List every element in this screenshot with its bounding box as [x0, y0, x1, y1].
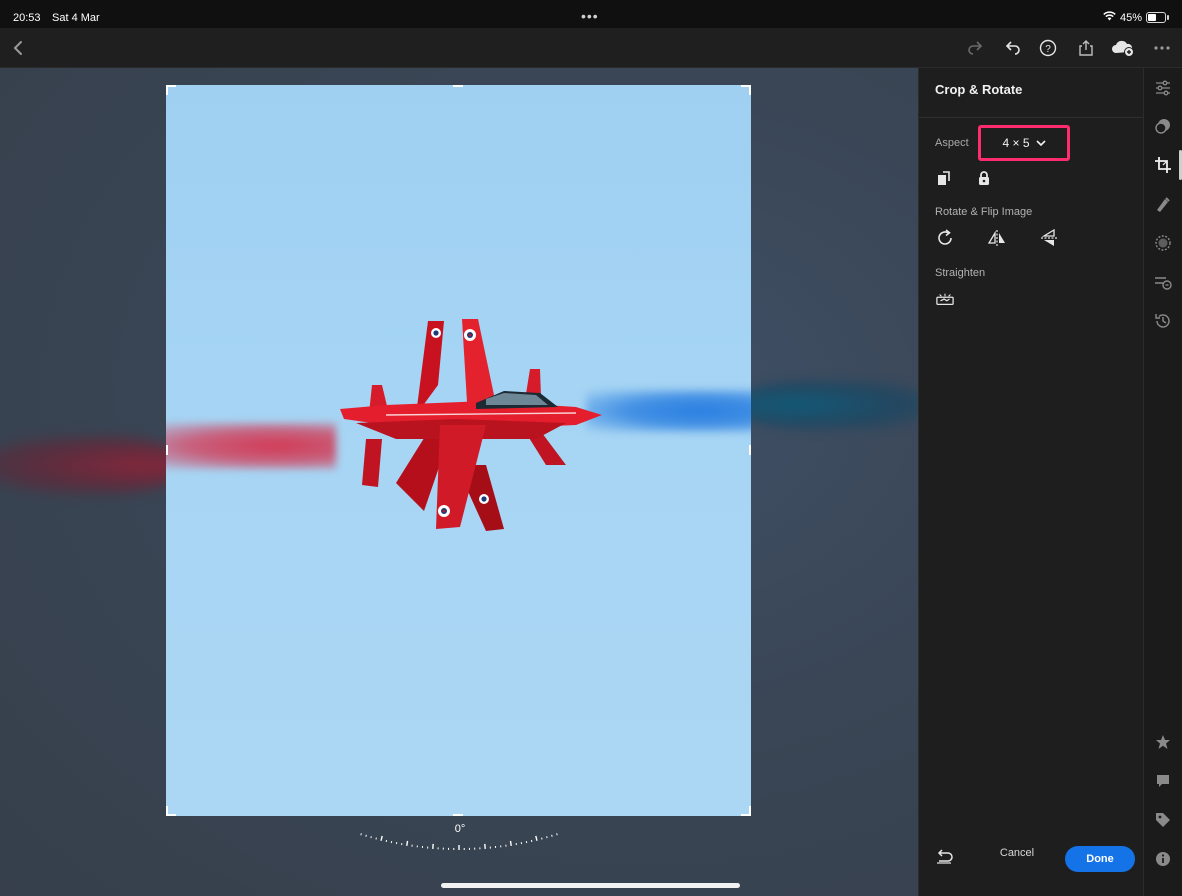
rotation-dial[interactable]: [345, 816, 573, 854]
edit-sliders-icon[interactable]: [1153, 78, 1173, 98]
rotate-flip-label: Rotate & Flip Image: [935, 206, 1033, 218]
panel-title: Crop & Rotate: [935, 82, 1023, 97]
lock-aspect-icon[interactable]: [975, 169, 993, 187]
aspect-label: Aspect: [935, 137, 969, 149]
battery-nub: [1167, 15, 1169, 20]
rotate-icon[interactable]: [936, 229, 954, 247]
wifi-icon: [1103, 11, 1116, 21]
healing-icon[interactable]: [1153, 194, 1173, 214]
photo-canvas[interactable]: 0°: [0, 68, 918, 896]
dial-tick: [551, 834, 553, 837]
dial-tick: [360, 833, 362, 836]
crop-handle-bottom-left[interactable]: [166, 806, 176, 816]
rating-star-icon[interactable]: [1153, 732, 1173, 752]
red-smoke-trail: [166, 423, 336, 469]
dial-tick: [370, 836, 372, 839]
presets-icon[interactable]: [1153, 116, 1173, 136]
blue-smoke-trail: [586, 390, 751, 432]
dial-tick: [535, 835, 538, 841]
dial-tick: [380, 835, 383, 841]
status-date: Sat 4 Mar: [52, 12, 100, 24]
home-indicator[interactable]: [441, 883, 740, 888]
swap-orientation-icon[interactable]: [935, 169, 953, 187]
multitasking-dots-icon[interactable]: •••: [581, 8, 599, 24]
help-icon[interactable]: ?: [1036, 36, 1060, 60]
reset-crop-icon[interactable]: [935, 849, 955, 865]
straighten-label: Straighten: [935, 267, 986, 279]
comment-icon[interactable]: [1153, 771, 1173, 791]
svg-text:?: ?: [1045, 44, 1051, 55]
dial-tick: [365, 834, 367, 837]
crop-handle-top-right[interactable]: [741, 85, 751, 95]
status-bar: 20:53 Sat 4 Mar ••• 45%: [0, 0, 1182, 28]
flip-horizontal-icon[interactable]: [988, 229, 1006, 247]
panel-divider: [919, 117, 1144, 118]
blue-smoke-trail-outside: [740, 380, 918, 430]
red-arrows-jets-image: [340, 319, 602, 531]
masking-icon[interactable]: [1153, 233, 1173, 253]
crop-handle-left[interactable]: [166, 445, 168, 455]
chevron-down-icon: [1035, 139, 1046, 146]
battery-icon: [1146, 12, 1166, 23]
flip-vertical-icon[interactable]: [1040, 229, 1058, 247]
dial-tick: [546, 836, 548, 839]
ipad-screen: 20:53 Sat 4 Mar ••• 45% ? 0° Crop & Rota…: [0, 0, 1182, 896]
dial-tick: [509, 840, 512, 846]
info-icon[interactable]: [1153, 849, 1173, 869]
status-time: 20:53: [13, 12, 41, 24]
tag-icon[interactable]: [1153, 810, 1173, 830]
back-icon[interactable]: [6, 36, 30, 60]
crop-icon[interactable]: [1153, 155, 1173, 175]
more-icon[interactable]: [1150, 36, 1174, 60]
aspect-ratio-dropdown[interactable]: 4 × 5: [978, 125, 1070, 161]
top-toolbar: ?: [0, 28, 1182, 68]
history-icon[interactable]: [1153, 311, 1173, 331]
crop-handle-bottom-right[interactable]: [741, 806, 751, 816]
tool-rail: [1143, 68, 1182, 896]
dial-tick: [406, 840, 409, 846]
redo-icon[interactable]: [963, 36, 987, 60]
red-smoke-trail-outside: [0, 436, 180, 494]
versions-icon[interactable]: [1153, 272, 1173, 292]
crop-handle-top-left[interactable]: [166, 85, 176, 95]
crop-area[interactable]: [166, 85, 751, 816]
dial-tick: [556, 833, 558, 836]
crop-handle-right[interactable]: [749, 445, 751, 455]
cloud-sync-icon[interactable]: [1111, 36, 1135, 60]
crop-rotate-panel: Crop & Rotate Aspect 4 × 5 Rotate & Flip…: [918, 68, 1144, 896]
battery-percentage: 45%: [1120, 12, 1143, 24]
cancel-button[interactable]: Cancel: [997, 847, 1037, 859]
auto-straighten-icon[interactable]: [936, 290, 954, 308]
crop-handle-top[interactable]: [453, 85, 463, 87]
share-icon[interactable]: [1074, 36, 1098, 60]
aspect-ratio-value: 4 × 5: [1002, 136, 1030, 150]
done-button[interactable]: Done: [1065, 846, 1135, 872]
undo-icon[interactable]: [1001, 36, 1025, 60]
